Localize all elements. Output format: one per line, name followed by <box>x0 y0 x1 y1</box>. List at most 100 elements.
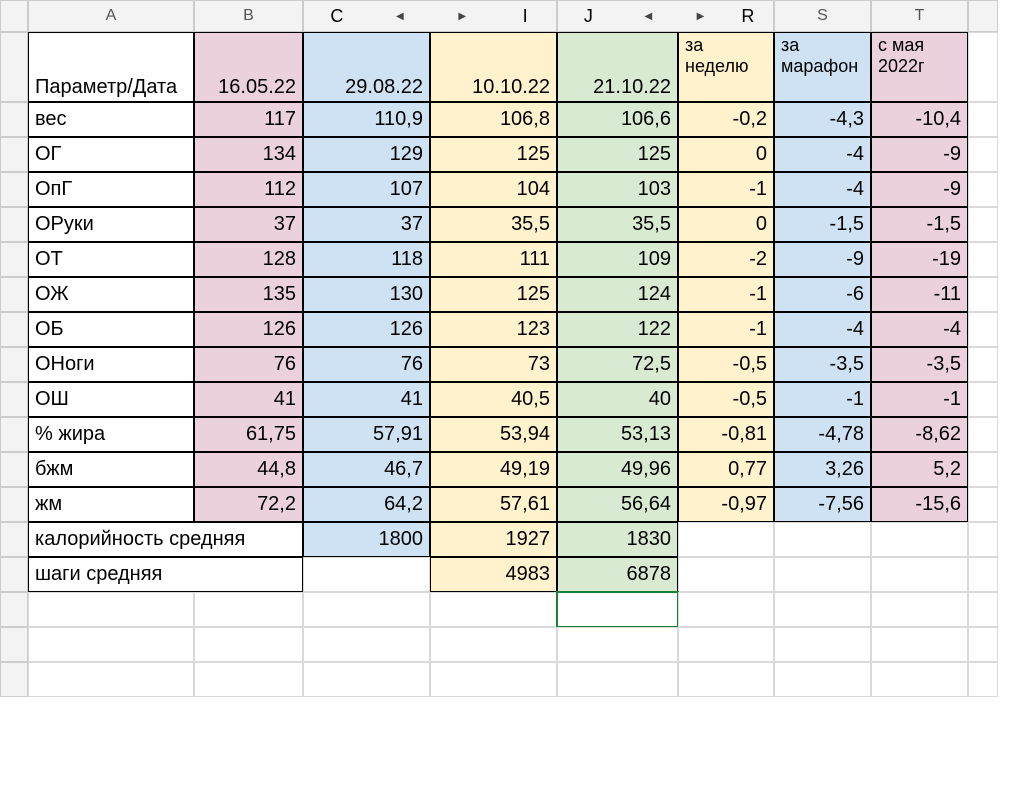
cell-B[interactable]: 117 <box>194 102 303 137</box>
cell-empty[interactable] <box>430 627 557 662</box>
cell-R[interactable]: -1 <box>678 312 774 347</box>
cell-empty[interactable] <box>968 592 998 627</box>
select-all-corner[interactable] <box>0 0 28 32</box>
cell-I[interactable]: 40,5 <box>430 382 557 417</box>
cell-A[interactable]: ОЖ <box>28 277 194 312</box>
cell-A[interactable]: ОГ <box>28 137 194 172</box>
cell-B[interactable]: 112 <box>194 172 303 207</box>
cell-header-I[interactable]: 10.10.22 <box>430 32 557 102</box>
cell-empty[interactable] <box>968 347 998 382</box>
cell-empty[interactable] <box>871 522 968 557</box>
row-header[interactable] <box>0 522 28 557</box>
expand-right-icon[interactable]: ▶ <box>697 11 705 22</box>
cell-empty[interactable] <box>430 592 557 627</box>
cell-B[interactable]: 44,8 <box>194 452 303 487</box>
cell-empty[interactable] <box>678 592 774 627</box>
row-header[interactable] <box>0 207 28 242</box>
collapse-left-icon[interactable]: ◀ <box>396 11 404 22</box>
cell-C[interactable]: 110,9 <box>303 102 430 137</box>
cell-C[interactable]: 46,7 <box>303 452 430 487</box>
cell-I[interactable]: 53,94 <box>430 417 557 452</box>
cell-C[interactable]: 64,2 <box>303 487 430 522</box>
cell-T[interactable]: -3,5 <box>871 347 968 382</box>
cell-empty[interactable] <box>968 102 998 137</box>
row-header[interactable] <box>0 487 28 522</box>
cell-B[interactable]: 134 <box>194 137 303 172</box>
cell-empty[interactable] <box>871 662 968 697</box>
cell-T[interactable]: -9 <box>871 137 968 172</box>
cell-S[interactable]: -1 <box>774 382 871 417</box>
cell-T[interactable]: -8,62 <box>871 417 968 452</box>
cell-B[interactable]: 135 <box>194 277 303 312</box>
row-header[interactable] <box>0 312 28 347</box>
cell-J[interactable]: 53,13 <box>557 417 678 452</box>
cell-R[interactable]: -1 <box>678 277 774 312</box>
row-header[interactable] <box>0 452 28 487</box>
col-header-B[interactable]: B <box>194 0 303 32</box>
selected-cell[interactable] <box>557 592 678 627</box>
cell-I[interactable]: 35,5 <box>430 207 557 242</box>
cell-B[interactable]: 41 <box>194 382 303 417</box>
col-header-C-group[interactable]: C ◀ <box>303 0 430 32</box>
cell-B[interactable]: 37 <box>194 207 303 242</box>
cell-T[interactable]: -19 <box>871 242 968 277</box>
cell-A[interactable]: ОБ <box>28 312 194 347</box>
cell-I[interactable]: 73 <box>430 347 557 382</box>
cell-header-T[interactable]: с мая 2022г <box>871 32 968 102</box>
cell-C[interactable]: 118 <box>303 242 430 277</box>
cell-R[interactable]: 0 <box>678 207 774 242</box>
row-header[interactable] <box>0 137 28 172</box>
cell-J[interactable]: 40 <box>557 382 678 417</box>
row-header[interactable] <box>0 557 28 592</box>
cell-empty[interactable] <box>28 627 194 662</box>
cell-A[interactable]: % жира <box>28 417 194 452</box>
cell-empty[interactable] <box>968 662 998 697</box>
cell-steps-label[interactable]: шаги средняя <box>28 557 303 592</box>
cell-T[interactable]: -4 <box>871 312 968 347</box>
cell-I[interactable]: 57,61 <box>430 487 557 522</box>
cell-S[interactable]: -6 <box>774 277 871 312</box>
cell-empty[interactable] <box>968 627 998 662</box>
cell-R[interactable]: -1 <box>678 172 774 207</box>
cell-calories-C[interactable]: 1800 <box>303 522 430 557</box>
cell-R[interactable]: -0,5 <box>678 347 774 382</box>
row-header[interactable] <box>0 347 28 382</box>
cell-C[interactable]: 57,91 <box>303 417 430 452</box>
cell-header-J[interactable]: 21.10.22 <box>557 32 678 102</box>
col-header-T[interactable]: T <box>871 0 968 32</box>
cell-empty[interactable] <box>678 557 774 592</box>
cell-calories-I[interactable]: 1927 <box>430 522 557 557</box>
cell-empty[interactable] <box>194 662 303 697</box>
cell-empty[interactable] <box>678 522 774 557</box>
expand-right-icon[interactable]: ▶ <box>458 11 466 22</box>
row-header[interactable] <box>0 592 28 627</box>
cell-empty[interactable] <box>303 592 430 627</box>
cell-B[interactable]: 128 <box>194 242 303 277</box>
cell-J[interactable]: 122 <box>557 312 678 347</box>
cell-empty[interactable] <box>968 277 998 312</box>
cell-T[interactable]: -15,6 <box>871 487 968 522</box>
cell-steps-J[interactable]: 6878 <box>557 557 678 592</box>
cell-A[interactable]: ОТ <box>28 242 194 277</box>
cell-empty[interactable] <box>774 557 871 592</box>
cell-empty[interactable] <box>871 627 968 662</box>
cell-A[interactable]: ОШ <box>28 382 194 417</box>
cell-T[interactable]: -1 <box>871 382 968 417</box>
cell-S[interactable]: -4 <box>774 137 871 172</box>
cell-empty[interactable] <box>678 627 774 662</box>
cell-empty[interactable] <box>194 592 303 627</box>
cell-R[interactable]: 0,77 <box>678 452 774 487</box>
cell-empty[interactable] <box>557 627 678 662</box>
cell-A[interactable]: ОРуки <box>28 207 194 242</box>
cell-A[interactable]: ОпГ <box>28 172 194 207</box>
cell-S[interactable]: -9 <box>774 242 871 277</box>
cell-A[interactable]: жм <box>28 487 194 522</box>
cell-empty[interactable] <box>430 662 557 697</box>
cell-R[interactable]: 0 <box>678 137 774 172</box>
cell-C[interactable]: 41 <box>303 382 430 417</box>
cell-B[interactable]: 61,75 <box>194 417 303 452</box>
cell-S[interactable]: -3,5 <box>774 347 871 382</box>
row-header[interactable] <box>0 172 28 207</box>
cell-C[interactable]: 76 <box>303 347 430 382</box>
cell-empty[interactable] <box>871 557 968 592</box>
